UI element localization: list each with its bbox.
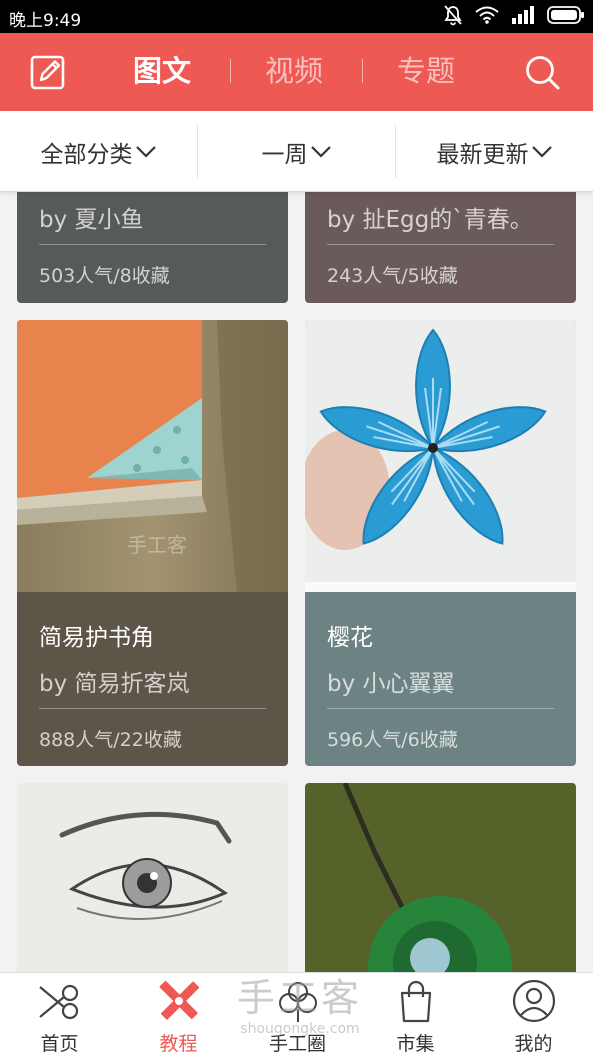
card-author: by 简易折客岚 <box>39 671 190 697</box>
card-divider <box>39 708 266 709</box>
tutorial-feed[interactable]: by 夏小鱼 503人气/8收藏 by 扯Egg的`青春。 243人气/5收藏 <box>0 192 593 972</box>
card-title: 樱花 <box>327 625 373 651</box>
nav-label: 市集 <box>396 1033 435 1054</box>
sort-filter[interactable]: 最新更新 <box>396 111 593 192</box>
period-filter[interactable]: 一周 <box>198 111 395 192</box>
nav-market[interactable]: 市集 <box>356 973 475 1054</box>
tutorial-card[interactable] <box>17 783 288 972</box>
mute-icon <box>444 5 462 26</box>
tutorial-card[interactable]: by 夏小鱼 503人气/8收藏 <box>17 192 288 303</box>
tutorial-card[interactable]: by 扯Egg的`青春。 243人气/5收藏 <box>305 192 576 303</box>
status-time: 晚上9:49 <box>9 11 82 31</box>
card-divider <box>327 708 554 709</box>
tab-divider <box>362 59 363 83</box>
image-watermark: 手工客 <box>127 533 187 557</box>
nav-label: 我的 <box>514 1033 553 1054</box>
search-button[interactable] <box>524 54 562 92</box>
tutorial-image <box>305 783 576 972</box>
chevron-down-icon <box>135 145 156 158</box>
nav-tutorials[interactable]: 教程 <box>119 973 238 1054</box>
tab-graphic[interactable]: 图文 <box>133 51 191 91</box>
tutorial-image <box>305 320 576 592</box>
category-filter-label: 全部分类 <box>40 141 133 168</box>
status-bar: 晚上9:49 <box>0 0 593 33</box>
status-icons <box>443 4 585 26</box>
filter-bar: 全部分类 一周 最新更新 <box>0 111 593 192</box>
card-author: by 扯Egg的`青春。 <box>327 207 533 233</box>
card-author: by 夏小鱼 <box>39 207 144 233</box>
category-filter[interactable]: 全部分类 <box>0 111 197 192</box>
chevron-down-icon <box>531 145 552 158</box>
card-stats: 503人气/8收藏 <box>39 265 170 287</box>
shopping-bag-icon <box>400 980 432 1023</box>
flower-icon <box>279 982 317 1022</box>
user-icon <box>512 979 556 1023</box>
edit-icon <box>30 55 65 90</box>
period-filter-label: 一周 <box>261 141 308 168</box>
tutorial-card[interactable] <box>305 783 576 972</box>
tutorial-image: 手工客 <box>17 320 288 592</box>
nav-label: 首页 <box>40 1033 79 1054</box>
nav-label: 教程 <box>159 1033 198 1054</box>
tab-topics[interactable]: 专题 <box>397 51 455 91</box>
search-icon <box>526 56 560 90</box>
card-stats: 243人气/5收藏 <box>327 265 458 287</box>
nav-profile[interactable]: 我的 <box>474 973 593 1054</box>
bottom-navigation: 首页 教程 手工圈 市集 我的 <box>0 972 593 1054</box>
scissors-icon <box>39 984 79 1020</box>
card-author: by 小心翼翼 <box>327 671 455 697</box>
card-divider <box>39 244 266 245</box>
card-divider <box>327 244 554 245</box>
pencil-ruler-icon <box>159 980 200 1020</box>
nav-circle[interactable]: 手工圈 <box>238 973 357 1054</box>
nav-label: 手工圈 <box>268 1033 326 1054</box>
signal-icon <box>512 6 534 24</box>
tutorial-image <box>17 783 288 972</box>
tab-video[interactable]: 视频 <box>265 51 323 91</box>
tutorial-card[interactable]: 樱花 by 小心翼翼 596人气/6收藏 <box>305 320 576 766</box>
card-title: 简易护书角 <box>39 625 154 651</box>
wifi-icon <box>475 6 499 24</box>
top-app-bar: 图文 视频 专题 <box>0 33 593 111</box>
card-stats: 596人气/6收藏 <box>327 729 458 751</box>
tab-divider <box>230 59 231 83</box>
sort-filter-label: 最新更新 <box>436 141 529 168</box>
nav-home[interactable]: 首页 <box>0 973 119 1054</box>
card-stats: 888人气/22收藏 <box>39 729 182 751</box>
tutorial-card[interactable]: 手工客 简易护书角 by 简易折客岚 888人气/22收藏 <box>17 320 288 766</box>
chevron-down-icon <box>310 145 331 158</box>
compose-button[interactable] <box>30 54 66 90</box>
battery-icon <box>547 6 584 24</box>
